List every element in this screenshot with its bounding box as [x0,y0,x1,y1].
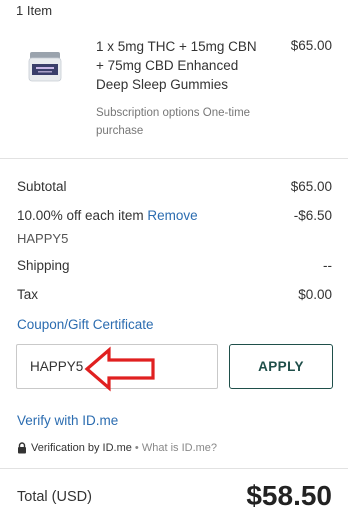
what-is-idme-link[interactable]: What is ID.me? [142,442,217,454]
subtotal-row: Subtotal $65.00 [17,179,332,194]
discount-code: HAPPY5 [17,231,69,246]
coupon-gift-certificate-link[interactable]: Coupon/Gift Certificate [17,317,154,332]
discount-text: 10.00% off each item Remove [17,208,198,223]
separator: • [131,442,142,454]
apply-button[interactable]: APPLY [229,344,333,389]
product-thumbnail[interactable] [26,50,64,84]
total-value: $58.50 [246,480,332,511]
total-label: Total (USD) [17,489,92,505]
verification-text: Verification by ID.me [31,442,132,454]
shipping-row: Shipping -- [17,258,332,273]
remove-discount-link[interactable]: Remove [147,208,197,223]
discount-row: 10.00% off each item Remove -$6.50 [17,208,332,223]
red-arrow-annotation [84,346,155,392]
lock-icon [18,442,26,454]
product-name[interactable]: 1 x 5mg THC + 15mg CBN + 75mg CBD Enhanc… [96,37,264,94]
shipping-value: -- [323,258,332,273]
subscription-options: Subscription options One-time purchase [96,107,251,137]
subtotal-value: $65.00 [290,179,332,194]
discount-label: 10.00% off each item [17,208,144,223]
product-price: $65.00 [290,38,332,53]
shipping-label: Shipping [17,258,70,273]
tax-label: Tax [17,287,39,302]
divider [0,468,348,469]
discount-value: -$6.50 [293,208,332,223]
divider [0,158,348,159]
subtotal-label: Subtotal [17,179,67,194]
tax-value: $0.00 [298,287,332,302]
tax-row: Tax $0.00 [17,287,332,302]
verify-with-idme-link[interactable]: Verify with ID.me [17,413,118,428]
verification-note: Verification by ID.me • What is ID.me? [17,442,217,454]
item-count: 1 Item [16,3,53,18]
